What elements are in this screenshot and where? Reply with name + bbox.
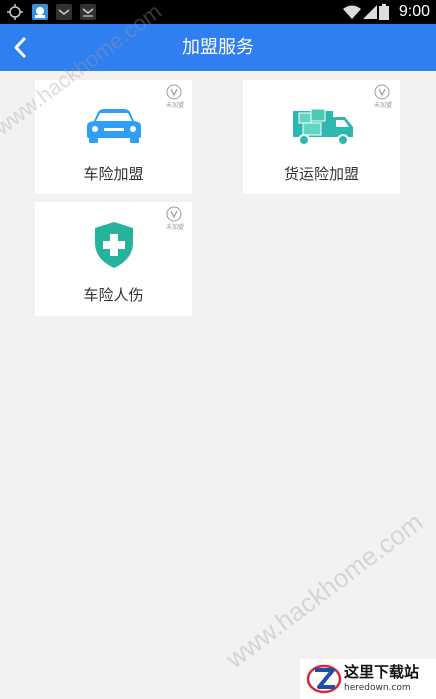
card-label: 车险人伤 — [83, 286, 144, 304]
app-notification-icon — [32, 4, 48, 20]
card-vehicle-injury[interactable]: 未加盟 车险人伤 — [35, 202, 192, 316]
truck-icon — [293, 108, 353, 146]
car-icon — [87, 109, 141, 143]
franchise-status-badge: 未加盟 — [371, 84, 395, 114]
site-watermark-logo: 这里下载站 heredown.com — [300, 659, 436, 699]
signal-icon — [363, 5, 377, 19]
badge-label: 未加盟 — [165, 224, 184, 231]
back-button[interactable] — [4, 28, 40, 67]
site-url: heredown.com — [344, 683, 411, 693]
badge-label: 未加盟 — [373, 102, 392, 109]
gps-icon — [7, 4, 23, 20]
clock: 9:00 — [398, 3, 430, 20]
badge-label: 未加盟 — [165, 102, 184, 109]
card-vehicle-insurance-franchise[interactable]: 未加盟 车险加盟 — [35, 80, 192, 194]
v-check-icon — [166, 206, 182, 222]
medical-shield-icon — [95, 222, 133, 268]
site-name: 这里下载站 — [344, 663, 420, 681]
card-label: 货运险加盟 — [283, 165, 359, 183]
franchise-status-badge: 未加盟 — [163, 84, 187, 114]
app-bar: 加盟服务 — [0, 24, 436, 71]
watermark-text-2: www.hackhome.com — [220, 506, 429, 674]
z-logo-icon — [306, 664, 342, 694]
franchise-status-badge: 未加盟 — [163, 206, 187, 236]
wifi-icon — [343, 5, 361, 19]
notification-icon — [56, 4, 72, 20]
status-bar: 9:00 — [0, 0, 436, 24]
battery-icon — [379, 4, 389, 20]
v-check-icon — [374, 84, 390, 100]
page-title: 加盟服务 — [182, 37, 254, 58]
notification-icon-2 — [80, 4, 96, 20]
card-freight-insurance-franchise[interactable]: 未加盟 货运险加盟 — [243, 80, 400, 194]
card-label: 车险加盟 — [83, 165, 144, 183]
v-check-icon — [166, 84, 182, 100]
chevron-left-icon — [14, 37, 26, 58]
